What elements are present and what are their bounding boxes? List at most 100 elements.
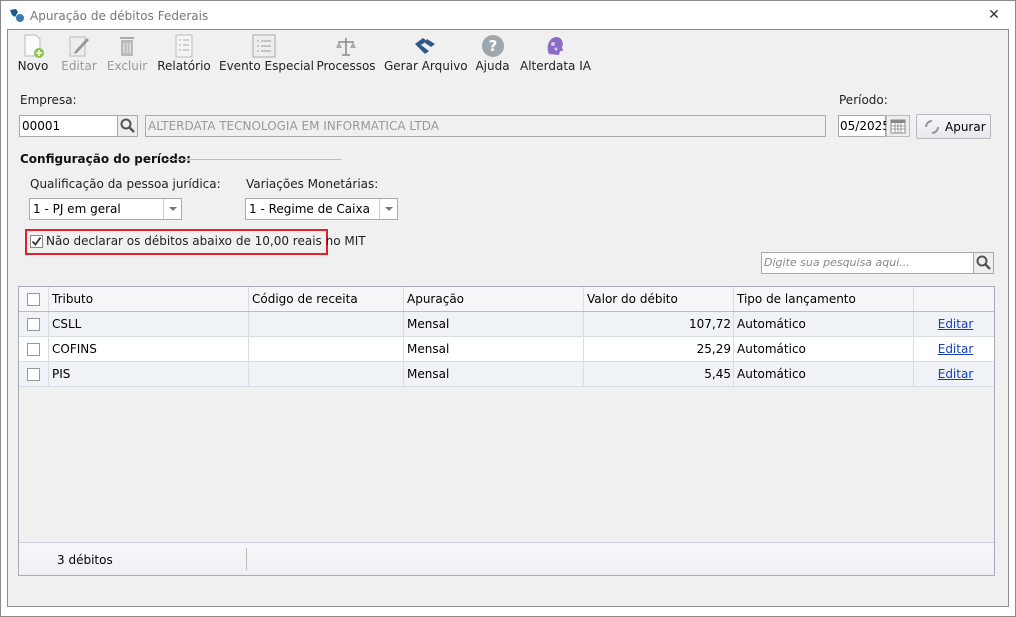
search-input[interactable]: Digite sua pesquisa aqui...: [761, 252, 974, 274]
cell-valor: 5,45: [584, 362, 734, 386]
checkmark-icon: [31, 236, 42, 246]
cell-action: Editar: [914, 337, 994, 361]
row-select-cell: [19, 362, 49, 386]
chevron-down-icon: [379, 199, 397, 219]
empresa-search-button[interactable]: [117, 115, 138, 137]
cell-tributo: PIS: [49, 362, 249, 386]
row-select-cell: [19, 337, 49, 361]
toolbar-novo-button[interactable]: Novo: [14, 33, 52, 77]
cell-apuracao: Mensal: [404, 312, 584, 336]
toolbar-label: Processos: [316, 59, 376, 73]
cell-tipo: Automático: [734, 312, 914, 336]
divider: [166, 159, 341, 160]
header-apuracao[interactable]: Apuração: [404, 287, 584, 311]
empresa-label: Empresa:: [20, 93, 77, 107]
toolbar-label: Gerar Arquivo: [384, 59, 468, 73]
window-title: Apuração de débitos Federais: [30, 9, 209, 23]
toolbar-excluir-button[interactable]: Excluir: [106, 33, 148, 77]
row-checkbox[interactable]: [27, 343, 40, 356]
variacoes-value: 1 - Regime de Caixa: [249, 202, 370, 216]
table-header: Tributo Código de receita Apuração Valor…: [19, 287, 994, 312]
select-all-cell: [19, 287, 49, 311]
qualificacao-value: 1 - PJ em geral: [33, 202, 121, 216]
trash-icon: [120, 37, 134, 56]
toolbar-label: Novo: [17, 59, 49, 73]
close-button[interactable]: ✕: [987, 8, 1001, 22]
empresa-name-field: ALTERDATA TECNOLOGIA EM INFORMATICA LTDA: [145, 115, 826, 137]
header-codigo[interactable]: Código de receita: [249, 287, 404, 311]
debitos-table: Tributo Código de receita Apuração Valor…: [18, 286, 995, 576]
receita-icon: [414, 38, 435, 54]
divider: [246, 548, 247, 570]
qualificacao-select[interactable]: 1 - PJ em geral: [29, 198, 182, 220]
cell-valor: 107,72: [584, 312, 734, 336]
table-row[interactable]: PIS Mensal 5,45 Automático Editar: [19, 362, 994, 387]
ai-head-icon: [547, 37, 563, 55]
nao-declarar-checkbox[interactable]: [30, 235, 43, 248]
new-document-icon: [24, 34, 44, 58]
list-icon: [252, 34, 275, 58]
cell-codigo: [249, 337, 404, 361]
calendar-button[interactable]: [886, 115, 910, 137]
cell-apuracao: Mensal: [404, 362, 584, 386]
toolbar-label: Relatório: [157, 59, 211, 73]
help-icon: ?: [481, 35, 504, 57]
toolbar-label: Alterdata IA: [520, 59, 591, 73]
cell-tributo: COFINS: [49, 337, 249, 361]
toolbar-alterdata-ia-button[interactable]: Alterdata IA: [520, 33, 591, 77]
scales-icon: [336, 38, 356, 56]
editar-link[interactable]: Editar: [938, 342, 974, 356]
search-button[interactable]: [973, 252, 994, 274]
periodo-input[interactable]: 05/2025: [838, 115, 890, 137]
header-valor[interactable]: Valor do débito: [584, 287, 734, 311]
editar-link[interactable]: Editar: [938, 317, 974, 331]
toolbar-editar-button[interactable]: Editar: [60, 33, 98, 77]
svg-text:?: ?: [488, 37, 497, 55]
periodo-label: Período:: [839, 93, 888, 107]
cell-tributo: CSLL: [49, 312, 249, 336]
header-tipo[interactable]: Tipo de lançamento: [734, 287, 914, 311]
select-all-checkbox[interactable]: [27, 293, 40, 306]
apurar-label: Apurar: [945, 120, 986, 134]
cell-tipo: Automático: [734, 337, 914, 361]
chevron-down-icon: [163, 199, 181, 219]
refresh-icon: [925, 120, 939, 134]
cell-valor: 25,29: [584, 337, 734, 361]
search-icon: [120, 118, 135, 133]
toolbar-processos-button[interactable]: Processos: [316, 33, 376, 77]
toolbar-gerar-arquivo-button[interactable]: Gerar Arquivo: [384, 33, 468, 77]
table-footer: 3 débitos: [19, 542, 994, 575]
empresa-code-input[interactable]: 00001: [19, 115, 118, 137]
apurar-button[interactable]: Apurar: [916, 114, 991, 139]
variacoes-label: Variações Monetárias:: [246, 177, 379, 191]
nao-declarar-label: Não declarar os débitos abaixo de 10,00 …: [46, 234, 366, 248]
cell-codigo: [249, 362, 404, 386]
toolbar-label: Editar: [61, 59, 97, 73]
header-tributo[interactable]: Tributo: [49, 287, 249, 311]
cell-tipo: Automático: [734, 362, 914, 386]
cell-codigo: [249, 312, 404, 336]
cell-action: Editar: [914, 312, 994, 336]
report-icon: [175, 34, 193, 58]
app-logo-icon: [10, 9, 24, 22]
debitos-count: 3 débitos: [57, 553, 113, 567]
row-checkbox[interactable]: [27, 368, 40, 381]
cell-apuracao: Mensal: [404, 337, 584, 361]
calendar-icon: [890, 119, 906, 134]
row-select-cell: [19, 312, 49, 336]
toolbar-evento-especial-button[interactable]: Evento Especial: [219, 33, 314, 77]
variacoes-select[interactable]: 1 - Regime de Caixa: [245, 198, 398, 220]
search-icon: [976, 255, 991, 270]
toolbar-relatorio-button[interactable]: Relatório: [157, 33, 211, 77]
toolbar-label: Ajuda: [475, 59, 510, 73]
table-row[interactable]: CSLL Mensal 107,72 Automático Editar: [19, 312, 994, 337]
row-checkbox[interactable]: [27, 318, 40, 331]
editar-link[interactable]: Editar: [938, 367, 974, 381]
table-row[interactable]: COFINS Mensal 25,29 Automático Editar: [19, 337, 994, 362]
toolbar-label: Excluir: [106, 59, 148, 73]
header-action: [914, 287, 994, 311]
qualificacao-label: Qualificação da pessoa jurídica:: [30, 177, 221, 191]
cell-action: Editar: [914, 362, 994, 386]
edit-icon: [69, 36, 89, 57]
toolbar-ajuda-button[interactable]: ? Ajuda: [473, 33, 512, 77]
